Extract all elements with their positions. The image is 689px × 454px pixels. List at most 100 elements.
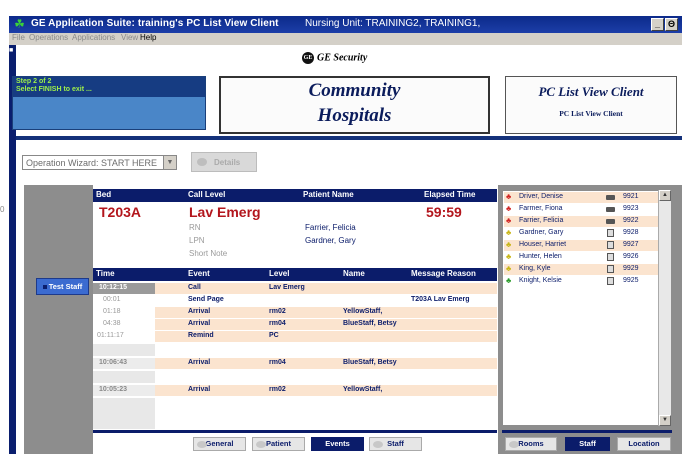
wizard-step-count: Step 2 of 2 <box>16 78 52 85</box>
wizard-step-instruction: Select FINISH to exit ... <box>16 86 92 93</box>
menu-help[interactable]: Help <box>140 33 156 42</box>
app-icon: ☘ <box>14 17 25 31</box>
tab-events[interactable]: Events <box>311 437 364 451</box>
tab-led-icon <box>256 441 266 448</box>
menu-operations[interactable]: Operations <box>29 33 68 42</box>
list-item[interactable]: ♣ Farrier, Felicia 9922 <box>504 216 660 227</box>
ge-security-logo: GE GE Security <box>302 52 367 66</box>
event-time: 01:11:17 <box>97 332 124 339</box>
window-title: GE Application Suite: training's PC List… <box>31 18 279 29</box>
tab-location[interactable]: Location <box>617 437 671 451</box>
event-separator-time-cell <box>93 371 155 383</box>
staff-extension: 9926 <box>623 253 639 260</box>
staff-name: Farrier, Felicia <box>519 217 564 224</box>
tab-patient-label: Patient <box>265 439 291 448</box>
client-title: PC List View Client <box>538 84 644 99</box>
event-empty-time-cell <box>93 398 155 429</box>
event-row[interactable]: 00:01 Send Page T203A Lav Emerg <box>93 295 497 306</box>
tab-patient[interactable]: Patient <box>252 437 305 451</box>
short-note-label: Short Note <box>189 249 228 258</box>
client-subtitle: PC List View Client <box>559 109 623 118</box>
test-staff-led-icon <box>42 285 47 289</box>
restore-button[interactable]: Θ <box>665 18 678 31</box>
event-list-empty-area <box>93 398 497 429</box>
event-row[interactable]: 10:05:23 Arrival rm02 YellowStaff, <box>93 385 497 396</box>
time-column-header: Time <box>96 269 115 278</box>
event-type: Arrival <box>188 386 211 393</box>
staff-icon: ♣ <box>506 276 512 285</box>
wizard-step-panel: Step 2 of 2 Select FINISH to exit ... <box>12 76 206 130</box>
list-item[interactable]: ♣ Farmer, Fiona 9923 <box>504 204 660 215</box>
minimize-button[interactable]: _ <box>651 18 664 31</box>
event-row[interactable]: 10:12:15 Call Lav Emerg <box>93 283 497 294</box>
wizard-step-header: Step 2 of 2 Select FINISH to exit ... <box>13 77 205 97</box>
hospital-banner: Community Hospitals <box>219 76 490 134</box>
events-header-row: Time Event Level Name Message Reason <box>93 268 497 281</box>
event-type: Call <box>188 284 201 291</box>
list-item[interactable]: ♣ Houser, Harriet 9927 <box>504 240 660 251</box>
phone-icon <box>607 277 614 285</box>
event-row[interactable]: 01:18 Arrival rm02 YellowStaff, <box>93 307 497 318</box>
menu-view[interactable]: View <box>121 33 138 42</box>
staff-icon: ♣ <box>506 264 512 273</box>
event-level: rm04 <box>269 359 286 366</box>
pager-icon <box>606 207 615 212</box>
side-tick: 0 <box>0 205 5 214</box>
strip-marker-icon: ■ <box>9 47 14 54</box>
event-time: 10:12:15 <box>99 284 128 291</box>
list-item[interactable]: ♣ Knight, Kelsie 9925 <box>504 276 660 287</box>
chevron-down-icon[interactable]: ▼ <box>163 156 176 169</box>
name-column-header: Name <box>343 269 365 278</box>
staff-list-scrollbar[interactable]: ▲ ▼ <box>658 190 671 426</box>
list-item[interactable]: ♣ Gardner, Gary 9928 <box>504 228 660 239</box>
operation-wizard-value: Operation Wizard: START HERE <box>26 158 158 168</box>
list-item[interactable]: ♣ King, Kyle 9929 <box>504 264 660 275</box>
menu-file[interactable]: File <box>12 33 25 42</box>
tab-general[interactable]: General <box>193 437 246 451</box>
staff-extension: 9925 <box>623 277 639 284</box>
test-staff-button[interactable]: Test Staff <box>36 278 89 295</box>
event-row[interactable]: 01:11:17 Remind PC <box>93 331 497 342</box>
event-time: 01:18 <box>103 308 121 315</box>
event-type: Remind <box>188 332 214 339</box>
event-level: rm02 <box>269 386 286 393</box>
menu-applications[interactable]: Applications <box>72 33 115 42</box>
event-row[interactable]: 10:06:43 Arrival rm04 BlueStaff, Betsy <box>93 358 497 369</box>
event-level: PC <box>269 332 279 339</box>
event-separator-time-cell <box>93 344 155 356</box>
pager-icon <box>606 195 615 200</box>
tab-led-icon <box>197 441 207 448</box>
event-row[interactable]: 04:38 Arrival rm04 BlueStaff, Betsy <box>93 319 497 330</box>
details-button[interactable]: Details <box>191 152 257 172</box>
event-level: rm04 <box>269 320 286 327</box>
staff-extension: 9927 <box>623 241 639 248</box>
events-bottom-bar <box>93 430 497 433</box>
scroll-down-icon[interactable]: ▼ <box>659 415 671 426</box>
tab-staff-list[interactable]: Staff <box>565 437 610 451</box>
event-time: 10:05:23 <box>99 386 128 393</box>
list-item[interactable]: ♣ Driver, Denise 9921 <box>504 192 660 203</box>
list-item[interactable]: ♣ Hunter, Helen 9926 <box>504 252 660 263</box>
staff-name: Farmer, Fiona <box>519 205 563 212</box>
patient-name-value: Farrier, Felicia <box>305 223 356 232</box>
staff-name: King, Kyle <box>519 265 551 272</box>
tab-rooms[interactable]: Rooms <box>505 437 557 451</box>
client-banner: PC List View Client PC List View Client <box>505 76 677 134</box>
scroll-up-icon[interactable]: ▲ <box>659 190 671 201</box>
event-time: 04:38 <box>103 320 121 327</box>
tab-staff[interactable]: Staff <box>369 437 422 451</box>
ge-logo-icon: GE <box>302 52 314 64</box>
tab-staff-list-label: Staff <box>579 439 596 448</box>
event-time: 10:06:43 <box>99 359 128 366</box>
event-name: BlueStaff, Betsy <box>343 359 397 366</box>
staff-name: Gardner, Gary <box>519 229 564 236</box>
event-column-header: Event <box>188 269 210 278</box>
tab-general-label: General <box>205 439 234 448</box>
event-reason: T203A Lav Emerg <box>411 296 470 303</box>
hospital-name-line2: Hospitals <box>317 105 392 126</box>
staff-icon: ♣ <box>506 216 512 225</box>
staff-bottom-bar <box>502 430 672 433</box>
call-level-value: Lav Emerg <box>189 204 261 220</box>
operation-wizard-select[interactable]: Operation Wizard: START HERE ▼ <box>22 155 177 170</box>
title-bar: ☘ GE Application Suite: training's PC Li… <box>9 16 682 33</box>
